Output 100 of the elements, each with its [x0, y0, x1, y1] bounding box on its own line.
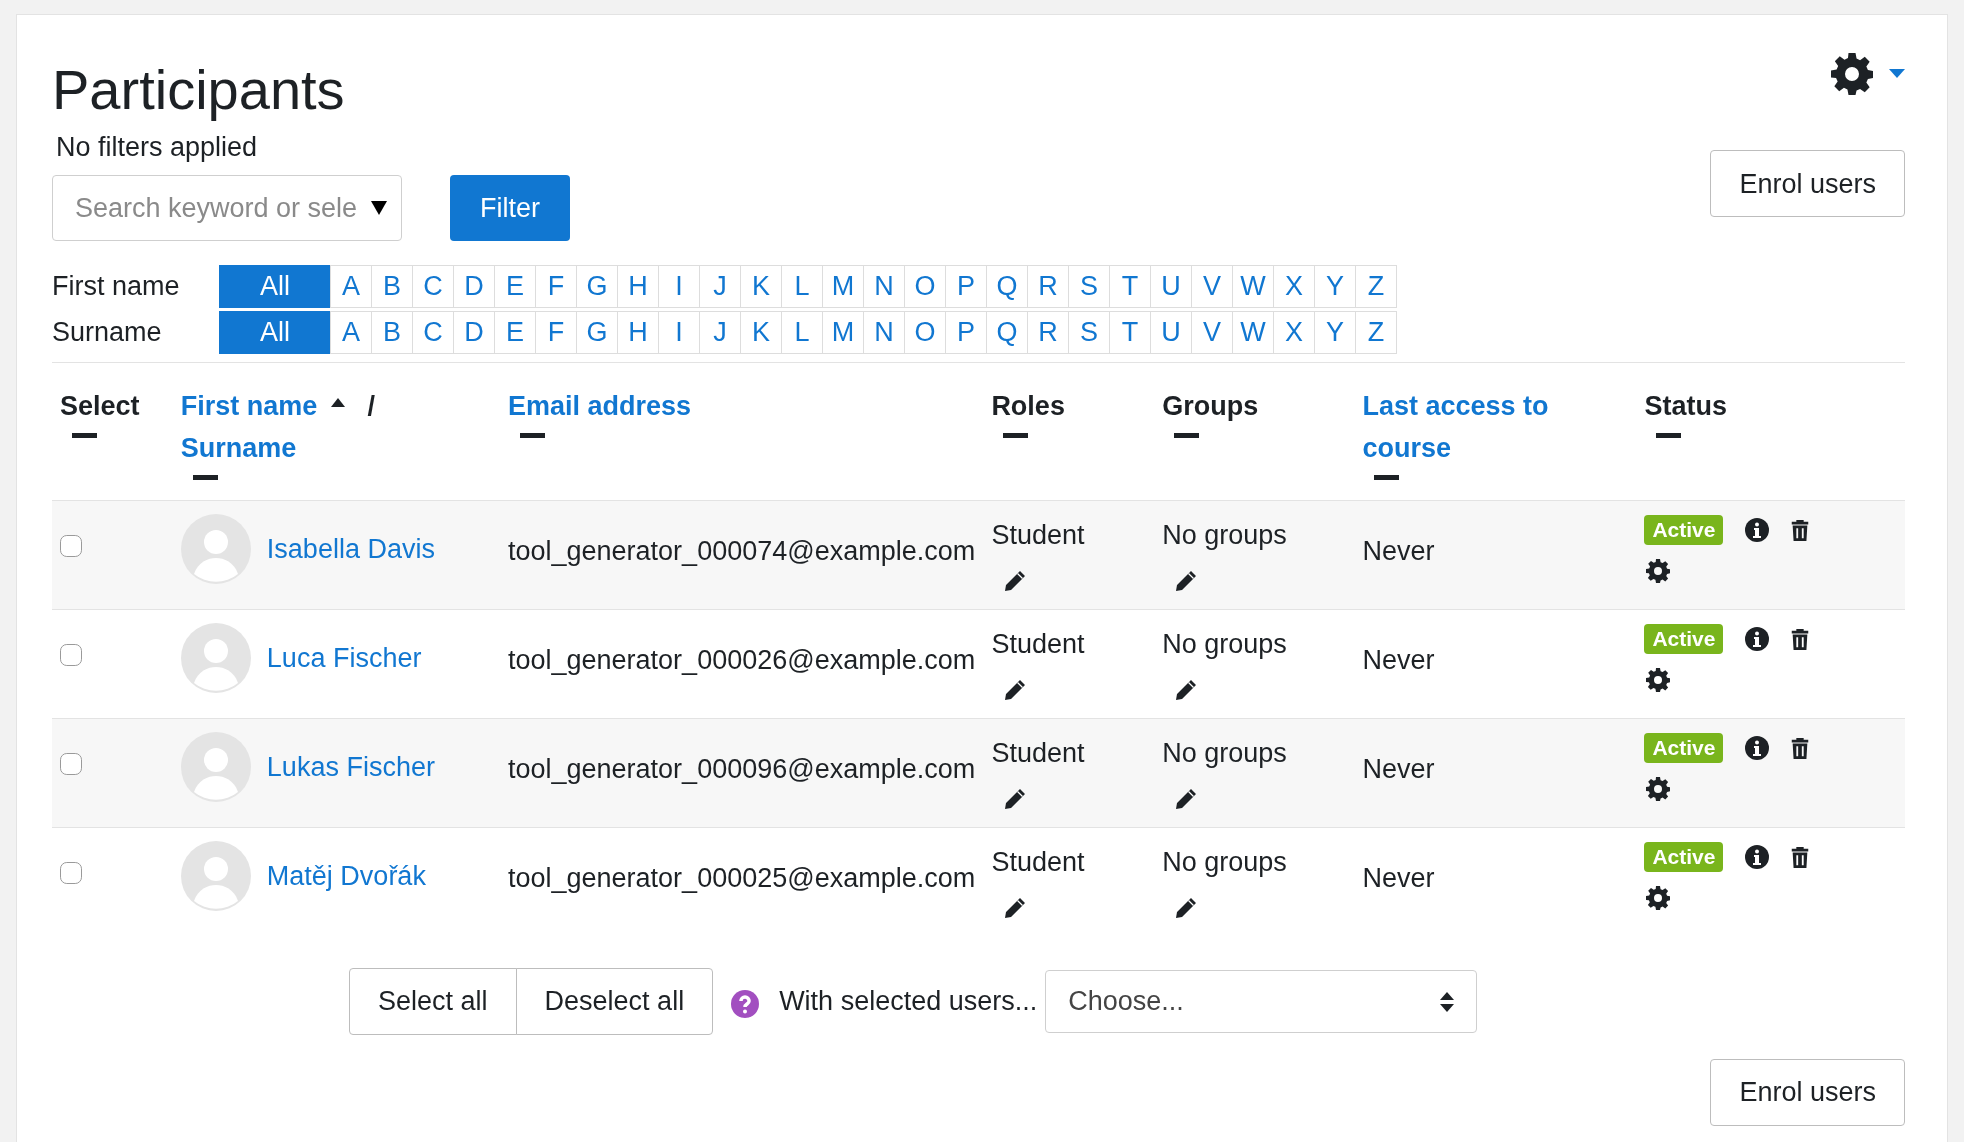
settings-icon[interactable]: [1646, 667, 1671, 692]
pencil-icon[interactable]: [1003, 677, 1028, 702]
initial-link[interactable]: V: [1191, 265, 1233, 309]
sort-link[interactable]: Email address: [508, 385, 692, 428]
initial-link[interactable]: I: [658, 311, 700, 355]
caret-icon[interactable]: [1889, 69, 1905, 79]
initial-link[interactable]: A: [330, 265, 372, 309]
initial-link[interactable]: W: [1232, 311, 1274, 355]
minus-icon[interactable]: [72, 433, 97, 439]
initial-link[interactable]: K: [740, 311, 782, 355]
enrol-users-button[interactable]: Enrol users: [1710, 150, 1905, 218]
initial-link[interactable]: D: [453, 311, 495, 355]
initial-link[interactable]: All: [219, 265, 331, 309]
initial-link[interactable]: All: [219, 311, 331, 355]
initial-link[interactable]: L: [781, 265, 823, 309]
initial-link[interactable]: K: [740, 265, 782, 309]
initial-link[interactable]: F: [535, 265, 577, 309]
minus-icon[interactable]: [192, 475, 218, 481]
minus-icon[interactable]: [520, 433, 545, 439]
info-icon[interactable]: [1745, 736, 1770, 761]
initial-link[interactable]: E: [494, 311, 536, 355]
initial-link[interactable]: C: [412, 311, 454, 355]
initial-link[interactable]: Y: [1314, 265, 1356, 309]
initial-link[interactable]: H: [617, 311, 659, 355]
initial-link[interactable]: H: [617, 265, 659, 309]
minus-icon[interactable]: [1003, 433, 1029, 439]
info-icon[interactable]: [1745, 627, 1770, 652]
deselect-all-button[interactable]: Deselect all: [515, 968, 714, 1036]
initial-link[interactable]: O: [904, 265, 946, 309]
settings-icon[interactable]: [1646, 885, 1671, 910]
pencil-icon[interactable]: [1174, 677, 1199, 702]
settings-icon[interactable]: [1831, 53, 1873, 95]
initial-link[interactable]: X: [1273, 265, 1315, 309]
row-checkbox[interactable]: [60, 753, 82, 776]
initial-link[interactable]: I: [658, 265, 700, 309]
initial-link[interactable]: D: [453, 265, 495, 309]
initial-link[interactable]: R: [1027, 265, 1069, 309]
pencil-icon[interactable]: [1003, 568, 1028, 593]
help-icon[interactable]: [731, 989, 760, 1018]
initial-link[interactable]: F: [535, 311, 577, 355]
minus-icon[interactable]: [1656, 433, 1682, 439]
row-checkbox[interactable]: [60, 644, 82, 667]
initial-link[interactable]: S: [1068, 311, 1110, 355]
sort-link[interactable]: Surname: [180, 427, 297, 470]
initial-link[interactable]: E: [494, 265, 536, 309]
user-name-link[interactable]: Luca Fischer: [266, 638, 422, 679]
pencil-icon[interactable]: [1003, 895, 1028, 920]
initial-link[interactable]: G: [576, 265, 618, 309]
initial-link[interactable]: X: [1273, 311, 1315, 355]
minus-icon[interactable]: [1374, 475, 1400, 481]
column-header: Groups: [1162, 391, 1259, 422]
pencil-icon[interactable]: [1174, 568, 1199, 593]
initial-link[interactable]: M: [822, 311, 864, 355]
initial-link[interactable]: U: [1150, 265, 1192, 309]
initial-link[interactable]: W: [1232, 265, 1274, 309]
info-icon[interactable]: [1745, 518, 1770, 543]
pencil-icon[interactable]: [1003, 786, 1028, 811]
initial-link[interactable]: L: [781, 311, 823, 355]
user-name-link[interactable]: Isabella Davis: [266, 529, 435, 570]
initial-link[interactable]: Y: [1314, 311, 1356, 355]
search-field[interactable]: Search keyword or sele: [52, 175, 402, 242]
initial-link[interactable]: C: [412, 265, 454, 309]
initial-link[interactable]: B: [371, 311, 413, 355]
initial-link[interactable]: O: [904, 311, 946, 355]
pencil-icon[interactable]: [1174, 895, 1199, 920]
filter-button[interactable]: Filter: [450, 175, 570, 242]
initial-link[interactable]: Q: [986, 311, 1028, 355]
row-checkbox[interactable]: [60, 535, 82, 558]
initial-link[interactable]: N: [863, 265, 905, 309]
info-icon[interactable]: [1745, 845, 1770, 870]
settings-icon[interactable]: [1646, 776, 1671, 801]
initial-link[interactable]: U: [1150, 311, 1192, 355]
initial-link[interactable]: B: [371, 265, 413, 309]
initial-link[interactable]: J: [699, 265, 741, 309]
initial-link[interactable]: T: [1109, 311, 1151, 355]
initial-link[interactable]: T: [1109, 265, 1151, 309]
sort-link[interactable]: First name: [180, 385, 318, 428]
initial-link[interactable]: Z: [1355, 265, 1397, 309]
pencil-icon[interactable]: [1174, 786, 1199, 811]
initial-link[interactable]: M: [822, 265, 864, 309]
initial-link[interactable]: Z: [1355, 311, 1397, 355]
bulk-action-select[interactable]: Choose...: [1045, 970, 1478, 1034]
initial-link[interactable]: P: [945, 311, 987, 355]
user-name-link[interactable]: Matěj Dvořák: [266, 856, 426, 897]
initial-link[interactable]: G: [576, 311, 618, 355]
initial-link[interactable]: A: [330, 311, 372, 355]
settings-icon[interactable]: [1646, 558, 1671, 583]
initial-link[interactable]: N: [863, 311, 905, 355]
initial-link[interactable]: P: [945, 265, 987, 309]
minus-icon[interactable]: [1174, 433, 1200, 439]
initial-link[interactable]: J: [699, 311, 741, 355]
initial-link[interactable]: Q: [986, 265, 1028, 309]
user-name-link[interactable]: Lukas Fischer: [266, 747, 435, 788]
initial-link[interactable]: S: [1068, 265, 1110, 309]
row-checkbox[interactable]: [60, 862, 82, 885]
sort-link[interactable]: Last access to course: [1362, 385, 1629, 470]
select-all-button[interactable]: Select all: [349, 968, 517, 1036]
enrol-users-button[interactable]: Enrol users: [1710, 1059, 1905, 1127]
initial-link[interactable]: V: [1191, 311, 1233, 355]
initial-link[interactable]: R: [1027, 311, 1069, 355]
